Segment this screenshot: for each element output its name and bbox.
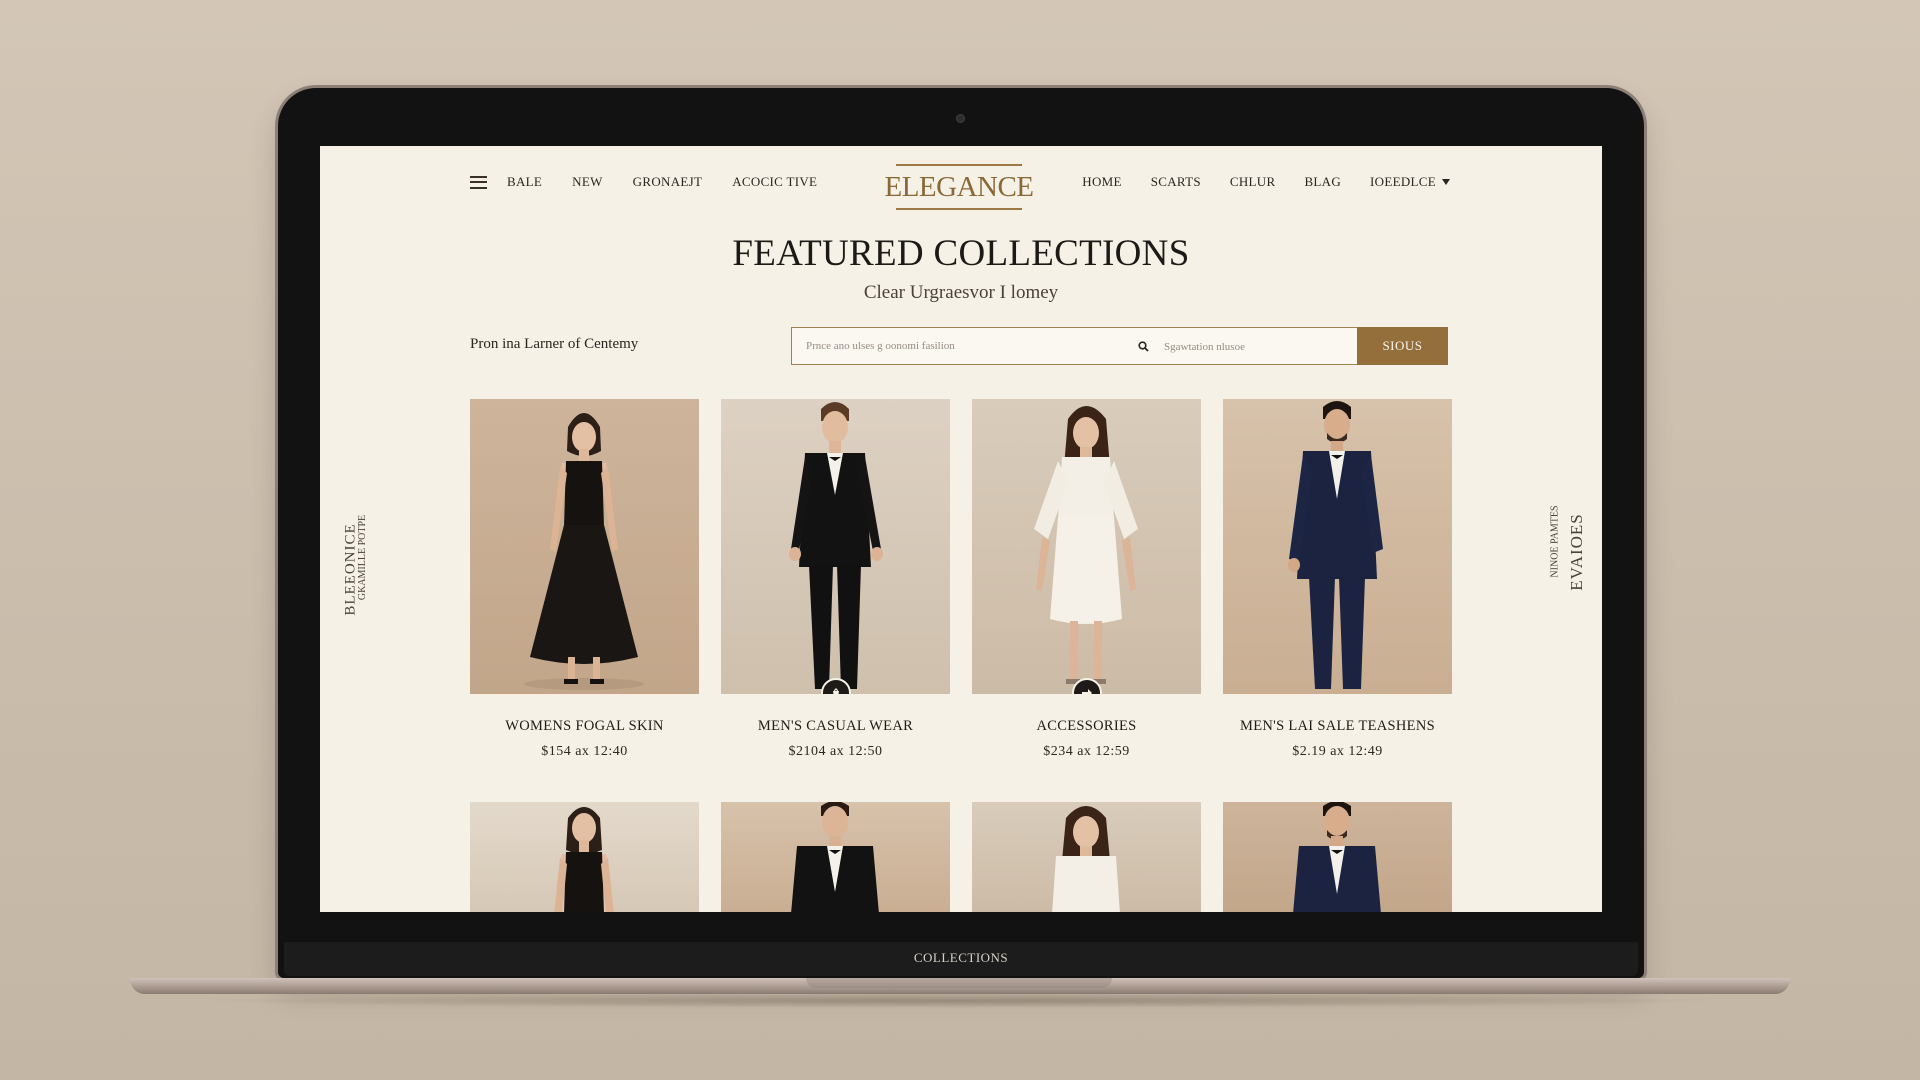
- nav-link-new[interactable]: NEW: [572, 174, 603, 190]
- nav-link-scarts[interactable]: SCARTS: [1151, 174, 1201, 190]
- promo-text: Pron ina Larner of Centemy: [470, 336, 639, 352]
- product-name[interactable]: MEN'S CASUAL WEAR: [721, 718, 950, 735]
- page-title: FEATURED COLLECTIONS: [732, 233, 1190, 274]
- search-input[interactable]: [792, 327, 1130, 365]
- page-subtitle: Clear Urgraesvor I lomey: [863, 282, 1059, 303]
- product-image[interactable]: [721, 399, 950, 694]
- product-price: $2.19 ax 12:49: [1292, 744, 1383, 759]
- nav-link-acocic-tive[interactable]: ACOCIC TIVE: [732, 174, 817, 190]
- product-price: $2104 ax 12:50: [788, 744, 883, 759]
- menu-icon[interactable]: [470, 175, 487, 189]
- side-text-right: EVAIOES: [1567, 513, 1587, 591]
- webcam: [956, 114, 965, 123]
- product-card[interactable]: ACCESSORIES $234 ax 12:59: [972, 399, 1201, 760]
- product-price: $234 ax 12:59: [1043, 744, 1130, 759]
- chin-label: COLLECTIONS: [913, 950, 1009, 965]
- product-image[interactable]: [721, 802, 950, 912]
- product-image[interactable]: [1223, 802, 1452, 912]
- nav-link-home[interactable]: HOME: [1082, 174, 1121, 190]
- logo-text: ELEGANCE: [884, 170, 1034, 203]
- email-input[interactable]: [1152, 328, 1371, 366]
- product-name[interactable]: ACCESSORIES: [972, 718, 1201, 735]
- laptop-notch: [806, 978, 1112, 988]
- chevron-down-icon[interactable]: [1442, 179, 1450, 185]
- product-image[interactable]: [470, 802, 699, 912]
- product-card[interactable]: [470, 802, 699, 912]
- nav-left: BALE NEW GRONAEJT ACOCIC TIVE: [470, 174, 847, 190]
- product-card[interactable]: [721, 802, 950, 912]
- side-subtext-right: NINOE PAMTES: [1549, 505, 1561, 578]
- product-name[interactable]: WOMENS FOGAL SKIN: [470, 718, 699, 735]
- browser-screen: BALE NEW GRONAEJT ACOCIC TIVE ELEGANCE H…: [320, 146, 1602, 912]
- nav-link-dropdown[interactable]: IOEEDLCE: [1370, 174, 1436, 190]
- product-card[interactable]: WOMENS FOGAL SKIN $154 ax 12:40: [470, 399, 699, 760]
- nav-right: HOME SCARTS CHLUR BLAG IOEEDLCE: [1053, 174, 1450, 190]
- laptop-chin: COLLECTIONS: [284, 942, 1638, 976]
- product-card[interactable]: MEN'S LAI SALE TEASHENS $2.19 ax 12:49: [1223, 399, 1452, 760]
- nav-link-chlur[interactable]: CHLUR: [1230, 174, 1276, 190]
- product-card[interactable]: [972, 802, 1201, 912]
- product-image[interactable]: [470, 399, 699, 694]
- submit-button[interactable]: SIOUS: [1357, 327, 1448, 365]
- product-image[interactable]: [972, 399, 1201, 694]
- nav-link-gronaejt[interactable]: GRONAEJT: [633, 174, 703, 190]
- nav-link-blag[interactable]: BLAG: [1304, 174, 1341, 190]
- search-box: [791, 327, 1157, 365]
- logo[interactable]: ELEGANCE: [884, 164, 1034, 210]
- product-card[interactable]: [1223, 802, 1452, 912]
- nav-link-bale[interactable]: BALE: [507, 174, 542, 190]
- email-box: [1152, 327, 1371, 366]
- product-card[interactable]: MEN'S CASUAL WEAR $2104 ax 12:50: [721, 399, 950, 760]
- side-subtext-left: GKAMILLE POTPE: [357, 514, 369, 601]
- product-name[interactable]: MEN'S LAI SALE TEASHENS: [1223, 718, 1452, 735]
- laptop-shadow: [180, 994, 1740, 1008]
- product-image[interactable]: [972, 802, 1201, 912]
- product-image[interactable]: [1223, 399, 1452, 694]
- product-price: $154 ax 12:40: [541, 744, 628, 759]
